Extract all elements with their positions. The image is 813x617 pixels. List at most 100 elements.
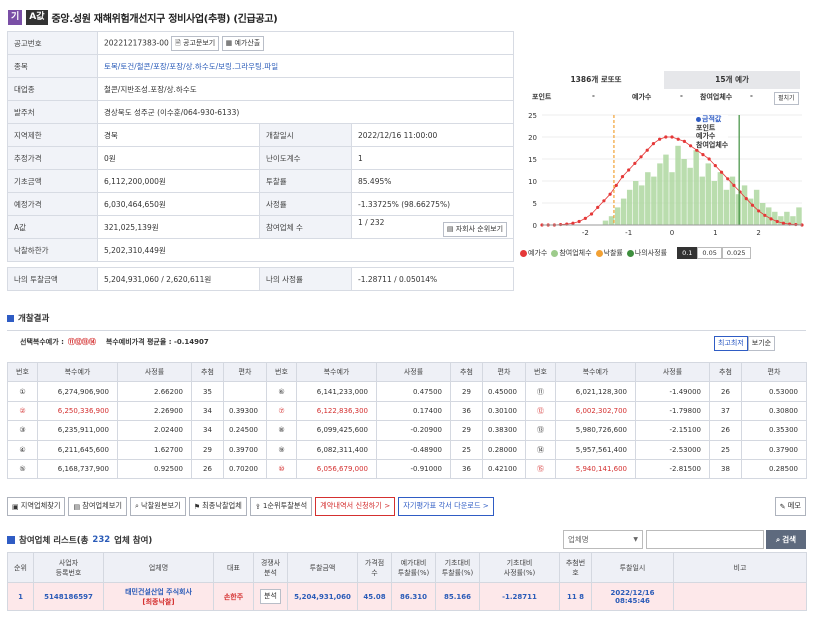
a-value-badge: A값 bbox=[26, 10, 47, 25]
result-cell-n: ① bbox=[8, 382, 38, 401]
result-cell-v: 6,235,911,000 bbox=[38, 421, 118, 440]
participants-col-header[interactable]: 투찰일시 bbox=[592, 553, 674, 583]
seg-0-05[interactable]: 0.05 bbox=[697, 247, 721, 259]
view-participants-label: 참여업체보기 bbox=[82, 501, 122, 511]
memo-button[interactable]: ✎메모 bbox=[775, 497, 806, 516]
participant-bar bbox=[639, 185, 644, 225]
subsidiary-rank-button[interactable]: ▤ 자회사 순위보기 bbox=[443, 222, 507, 237]
notice-title-bar: 기 A값 중앙.성원 재해위험개선지구 정비사업(추평) (긴급공고) bbox=[8, 7, 277, 27]
table-row: ①6,274,906,9002.6620035⑥6,141,233,0000.4… bbox=[8, 382, 807, 401]
low-label: 낙찰하한가 bbox=[8, 239, 98, 262]
result-cell-d: 0.45000 bbox=[483, 382, 526, 401]
note-cell bbox=[674, 583, 807, 611]
rep-label: 대업종 bbox=[8, 78, 98, 101]
table-row[interactable]: 1 5148186597 태민건설산업 주식회사[최종낙찰] 손한주 분석 5,… bbox=[8, 583, 807, 611]
calc-price-button[interactable]: ▦ 예가산출 bbox=[222, 36, 265, 51]
y-tick-label: 5 bbox=[533, 200, 537, 208]
search-icon: ⌕ bbox=[776, 535, 780, 545]
bid-date: 2022/12/16 bbox=[592, 589, 673, 597]
result-cell-r: 2.66200 bbox=[118, 382, 192, 401]
participant-bar bbox=[663, 155, 668, 225]
search-input[interactable] bbox=[646, 530, 764, 549]
final-winner-button[interactable]: ⚑최종낙찰업체 bbox=[189, 497, 247, 516]
result-cell-n: ⑥ bbox=[267, 382, 297, 401]
participant-bar bbox=[633, 181, 638, 225]
type-badge: 기 bbox=[8, 10, 22, 25]
participant-bar bbox=[742, 185, 747, 225]
pencil-icon: ✎ bbox=[780, 502, 786, 511]
search-button[interactable]: ⌕검색 bbox=[766, 530, 806, 549]
x-tick-label: 1 bbox=[713, 229, 717, 237]
company-cell[interactable]: 태민건설산업 주식회사[최종낙찰] bbox=[104, 583, 214, 611]
results-col-header: 번호 bbox=[8, 363, 38, 382]
participant-bar bbox=[603, 221, 608, 225]
result-cell-d: 0.30100 bbox=[483, 401, 526, 420]
participants-col-header[interactable]: 기초대비투찰률(%) bbox=[436, 553, 480, 583]
result-cell-v: 6,122,836,300 bbox=[297, 401, 377, 420]
contract-request-button[interactable]: 계약내역서 신청하기 > bbox=[315, 497, 395, 516]
view-participants-button[interactable]: ▤참여업체보기 bbox=[68, 497, 126, 516]
sort-view-button[interactable]: 보기순 bbox=[748, 336, 775, 351]
expand-button[interactable]: 펼치기 bbox=[774, 92, 799, 105]
base-label: 기초금액 bbox=[8, 170, 98, 193]
view-award-original-button[interactable]: ⌕낙찰원본보기 bbox=[130, 497, 186, 516]
participants-col-header[interactable]: 업체명 bbox=[104, 553, 214, 583]
participants-col-header[interactable]: 추첨번호 bbox=[560, 553, 592, 583]
company-name[interactable]: 태민건설산업 주식회사 bbox=[104, 587, 213, 597]
result-cell-r: -2.81500 bbox=[636, 459, 710, 478]
result-cell-d: 0.42100 bbox=[483, 459, 526, 478]
upload-icon: ⇪ bbox=[255, 502, 261, 511]
participant-bar bbox=[669, 172, 674, 225]
self-eval-download-button[interactable]: 자기평가표 각서 다운로드 > bbox=[398, 497, 494, 516]
seg-0-025[interactable]: 0.025 bbox=[722, 247, 751, 259]
legend-participants[interactable]: 참여업체수 bbox=[551, 248, 591, 258]
calculator-icon: ▦ bbox=[226, 39, 233, 47]
tab-preprice[interactable]: 15개 예가 bbox=[664, 71, 800, 89]
category-links[interactable]: 토목/토건/철콘/포장/포장/상.하수도/보링.그라우팅.파일 bbox=[98, 55, 514, 78]
legend-myrate[interactable]: 나의사정률 bbox=[627, 248, 667, 258]
first-rank-analysis-button[interactable]: ⇪1순위투찰분석 bbox=[250, 497, 312, 516]
legend-preprice[interactable]: 예가수 bbox=[520, 248, 547, 258]
participants-col-header[interactable]: 대표 bbox=[214, 553, 254, 583]
result-cell-r: -1.79800 bbox=[636, 401, 710, 420]
participants-col-header[interactable]: 비고 bbox=[674, 553, 807, 583]
seg-0-1[interactable]: 0.1 bbox=[677, 247, 697, 259]
tab-lotto[interactable]: 1386개 로또또 bbox=[528, 71, 664, 89]
results-col-header: 복수예가 bbox=[556, 363, 636, 382]
participants-header: 참여업체 리스트(총 232 업체 참여) bbox=[7, 534, 152, 546]
participants-col-header[interactable]: 기초대비사정률(%) bbox=[480, 553, 560, 583]
sort-max-min-button[interactable]: 최고최저 bbox=[714, 336, 748, 351]
participant-bar bbox=[627, 190, 632, 225]
find-local-button[interactable]: ▣지역업체찾기 bbox=[7, 497, 65, 516]
result-cell-d: 0.30800 bbox=[742, 401, 807, 420]
result-cell-v: 5,980,726,600 bbox=[556, 421, 636, 440]
hover-item: 금적값 bbox=[696, 115, 728, 124]
participants-col-header[interactable]: 사업자등록번호 bbox=[34, 553, 104, 583]
participants-col-header[interactable]: 가격점수 bbox=[358, 553, 392, 583]
rep-value: 철콘/지반조성.포장/상.하수도 bbox=[98, 78, 514, 101]
bid-time: 08:45:46 bbox=[592, 597, 673, 605]
search-type-select[interactable]: 업체명▼ bbox=[563, 530, 643, 549]
results-header-row: 번호복수예가사정률추첨편차번호복수예가사정률추첨편차번호복수예가사정률추첨편차 bbox=[8, 363, 807, 382]
results-col-header: 번호 bbox=[526, 363, 556, 382]
open-value: 2022/12/16 11:00:00 bbox=[352, 124, 514, 147]
view-notice-button[interactable]: 🗎 공고문보기 bbox=[171, 36, 219, 51]
participants-col-header[interactable]: 순위 bbox=[8, 553, 34, 583]
preprice-point bbox=[714, 164, 717, 167]
results-col-header: 사정률 bbox=[118, 363, 192, 382]
result-cell-n: ③ bbox=[8, 421, 38, 440]
results-header: 개찰결과 bbox=[7, 312, 49, 324]
analysis-button[interactable]: 분석 bbox=[260, 589, 281, 604]
participants-col-header[interactable]: 경쟁사분석 bbox=[254, 553, 288, 583]
participants-table: 순위사업자등록번호업체명대표경쟁사분석투찰금액가격점수예가대비투찰률(%)기초대… bbox=[7, 552, 807, 611]
participants-col-header[interactable]: 예가대비투찰률(%) bbox=[392, 553, 436, 583]
my-bid-label: 나의 투찰금액 bbox=[8, 268, 98, 291]
result-cell-d: 0.28000 bbox=[483, 440, 526, 459]
preprice-point bbox=[689, 144, 692, 147]
legend-award[interactable]: 낙찰률 bbox=[596, 248, 623, 258]
participants-col-header[interactable]: 투찰금액 bbox=[288, 553, 358, 583]
result-cell-d: 0.35300 bbox=[742, 421, 807, 440]
distribution-chart[interactable]: 2520151050-2-1012 bbox=[520, 107, 806, 243]
participant-bar bbox=[687, 168, 692, 225]
action-bar: ▣지역업체찾기 ▤참여업체보기 ⌕낙찰원본보기 ⚑최종낙찰업체 ⇪1순위투찰분석… bbox=[7, 495, 806, 517]
